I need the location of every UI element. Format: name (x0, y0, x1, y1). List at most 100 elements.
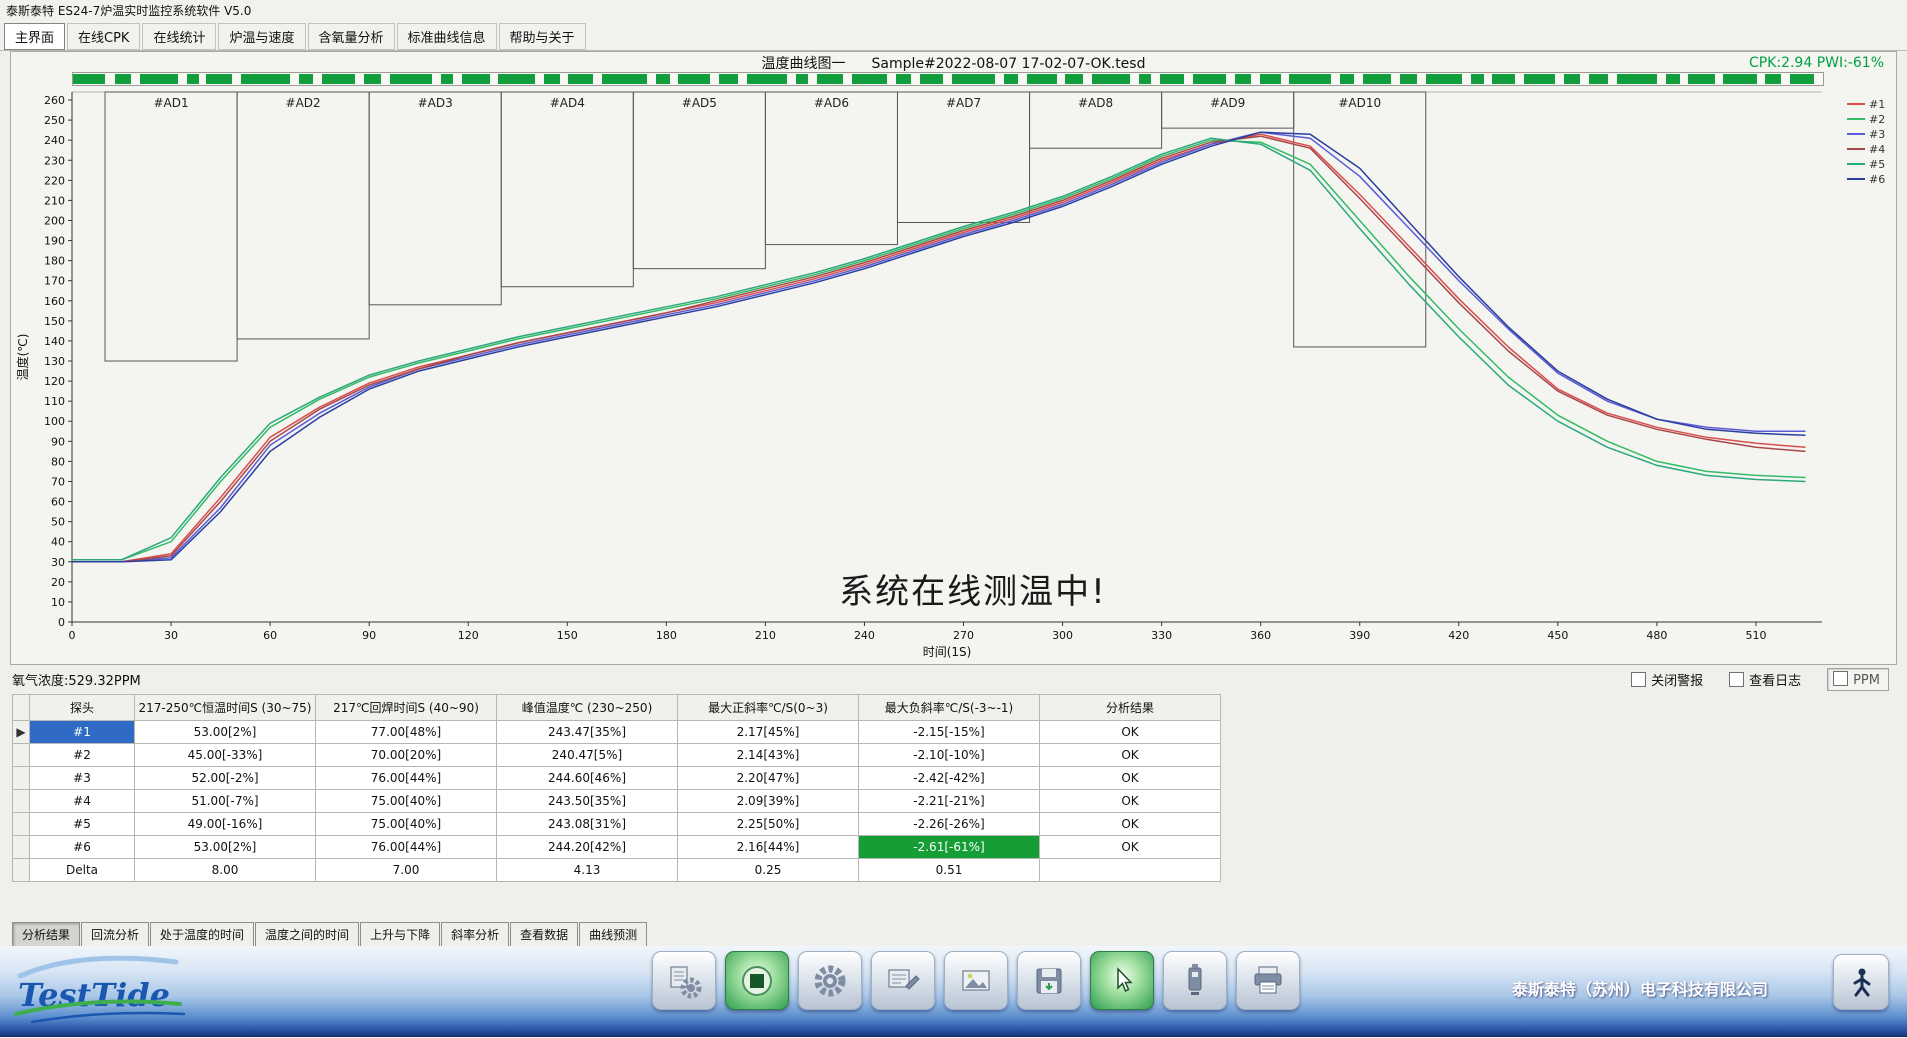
view-log-checkbox[interactable]: 查看日志 (1729, 670, 1801, 689)
value-cell[interactable]: 52.00[-2%] (135, 767, 316, 790)
value-cell[interactable]: 45.00[-33%] (135, 744, 316, 767)
menu-tab-在线CPK[interactable]: 在线CPK (67, 23, 140, 50)
value-cell[interactable]: OK (1040, 744, 1221, 767)
value-cell[interactable] (1040, 859, 1221, 882)
value-cell[interactable]: 244.60[46%] (497, 767, 678, 790)
value-cell[interactable]: 243.08[31%] (497, 813, 678, 836)
analysis-tab-分析结果[interactable]: 分析结果 (12, 922, 80, 948)
row-selector[interactable] (13, 744, 30, 767)
progress-segment (1363, 74, 1391, 84)
probe-cell[interactable]: Delta (30, 859, 135, 882)
value-cell[interactable]: 7.00 (316, 859, 497, 882)
value-cell[interactable]: 8.00 (135, 859, 316, 882)
probe-cell[interactable]: #2 (30, 744, 135, 767)
row-selector[interactable] (13, 836, 30, 859)
probe-cell[interactable]: #4 (30, 790, 135, 813)
value-cell[interactable]: 49.00[-16%] (135, 813, 316, 836)
row-selector[interactable] (13, 859, 30, 882)
value-cell[interactable]: 0.25 (678, 859, 859, 882)
value-cell[interactable]: OK (1040, 836, 1221, 859)
analysis-tab-处于温度的时间[interactable]: 处于温度的时间 (150, 922, 254, 948)
svg-text:210: 210 (755, 629, 776, 642)
value-cell[interactable]: 244.20[42%] (497, 836, 678, 859)
image-icon (956, 961, 996, 1001)
analysis-tab-上升与下降[interactable]: 上升与下降 (360, 922, 440, 948)
exit-icon (1841, 962, 1881, 1002)
analysis-tab-回流分析[interactable]: 回流分析 (81, 922, 149, 948)
probe-cell[interactable]: #3 (30, 767, 135, 790)
value-cell[interactable]: 2.14[43%] (678, 744, 859, 767)
menu-tab-标准曲线信息[interactable]: 标准曲线信息 (397, 23, 497, 50)
profile-settings-button[interactable] (652, 951, 716, 1010)
row-selector[interactable] (13, 767, 30, 790)
checkbox-icon[interactable] (1631, 672, 1646, 687)
value-cell[interactable]: 75.00[40%] (316, 790, 497, 813)
value-cell[interactable]: 2.16[44%] (678, 836, 859, 859)
value-cell[interactable]: -2.61[-61%] (859, 836, 1040, 859)
svg-text:120: 120 (44, 375, 65, 388)
zone-label: #AD10 (1338, 96, 1381, 110)
value-cell[interactable]: 51.00[-7%] (135, 790, 316, 813)
value-cell[interactable]: OK (1040, 721, 1221, 744)
value-cell[interactable]: 70.00[20%] (316, 744, 497, 767)
value-cell[interactable]: OK (1040, 767, 1221, 790)
value-cell[interactable]: 76.00[44%] (316, 767, 497, 790)
menu-tab-含氧量分析[interactable]: 含氧量分析 (308, 23, 395, 50)
checkbox-icon[interactable] (1729, 672, 1744, 687)
exit-button[interactable] (1833, 954, 1889, 1010)
value-cell[interactable]: 243.50[35%] (497, 790, 678, 813)
system-settings-button[interactable] (798, 951, 862, 1010)
value-cell[interactable]: -2.10[-10%] (859, 744, 1040, 767)
stop-measure-button[interactable] (725, 951, 789, 1010)
value-cell[interactable]: 2.20[47%] (678, 767, 859, 790)
progress-segment (1193, 74, 1226, 84)
value-cell[interactable]: OK (1040, 813, 1221, 836)
svg-text:110: 110 (44, 395, 65, 408)
value-cell[interactable]: -2.21[-21%] (859, 790, 1040, 813)
value-cell[interactable]: 2.25[50%] (678, 813, 859, 836)
value-cell[interactable]: 2.17[45%] (678, 721, 859, 744)
row-selector[interactable] (13, 790, 30, 813)
value-cell[interactable]: -2.26[-26%] (859, 813, 1040, 836)
menu-tab-在线统计[interactable]: 在线统计 (142, 23, 216, 50)
analysis-tab-查看数据[interactable]: 查看数据 (510, 922, 578, 948)
save-data-button[interactable] (1017, 951, 1081, 1010)
value-cell[interactable]: -2.15[-15%] (859, 721, 1040, 744)
menu-tab-主界面[interactable]: 主界面 (4, 23, 65, 50)
analysis-tab-温度之间的时间[interactable]: 温度之间的时间 (255, 922, 359, 948)
probe-cell[interactable]: #1 (30, 721, 135, 744)
value-cell[interactable]: 53.00[2%] (135, 721, 316, 744)
row-selector[interactable] (13, 813, 30, 836)
value-cell[interactable]: 53.00[2%] (135, 836, 316, 859)
image-export-button[interactable] (944, 951, 1008, 1010)
print-button[interactable] (1236, 951, 1300, 1010)
value-cell[interactable]: 243.47[35%] (497, 721, 678, 744)
value-cell[interactable]: 2.09[39%] (678, 790, 859, 813)
probe-cell[interactable]: #5 (30, 813, 135, 836)
analysis-tab-斜率分析[interactable]: 斜率分析 (441, 922, 509, 948)
ppm-toggle[interactable]: PPM (1827, 668, 1889, 691)
row-selector[interactable]: ▶ (13, 721, 30, 744)
value-cell[interactable]: OK (1040, 790, 1221, 813)
analysis-tab-曲线预测[interactable]: 曲线预测 (579, 922, 647, 948)
value-cell[interactable]: -2.42[-42%] (859, 767, 1040, 790)
report-icon (883, 961, 923, 1001)
value-cell[interactable]: 0.51 (859, 859, 1040, 882)
menu-tab-炉温与速度[interactable]: 炉温与速度 (218, 23, 305, 50)
device-connect-button[interactable] (1163, 951, 1227, 1010)
report-edit-button[interactable] (871, 951, 935, 1010)
footer-bar: TestTide 泰斯泰特（苏州）电子科技有限公司 (0, 946, 1907, 1037)
value-cell[interactable]: 75.00[40%] (316, 813, 497, 836)
progress-segment (1426, 74, 1463, 84)
hand-select-button[interactable] (1090, 951, 1154, 1010)
probe-cell[interactable]: #6 (30, 836, 135, 859)
progress-segment (1723, 74, 1756, 84)
value-cell[interactable]: 76.00[44%] (316, 836, 497, 859)
value-cell[interactable]: 77.00[48%] (316, 721, 497, 744)
progress-segment (1027, 74, 1057, 84)
close-alarm-checkbox[interactable]: 关闭警报 (1631, 670, 1703, 689)
value-cell[interactable]: 240.47[5%] (497, 744, 678, 767)
value-cell[interactable]: 4.13 (497, 859, 678, 882)
checkbox-icon[interactable] (1833, 671, 1848, 686)
menu-tab-帮助与关于[interactable]: 帮助与关于 (499, 23, 586, 50)
